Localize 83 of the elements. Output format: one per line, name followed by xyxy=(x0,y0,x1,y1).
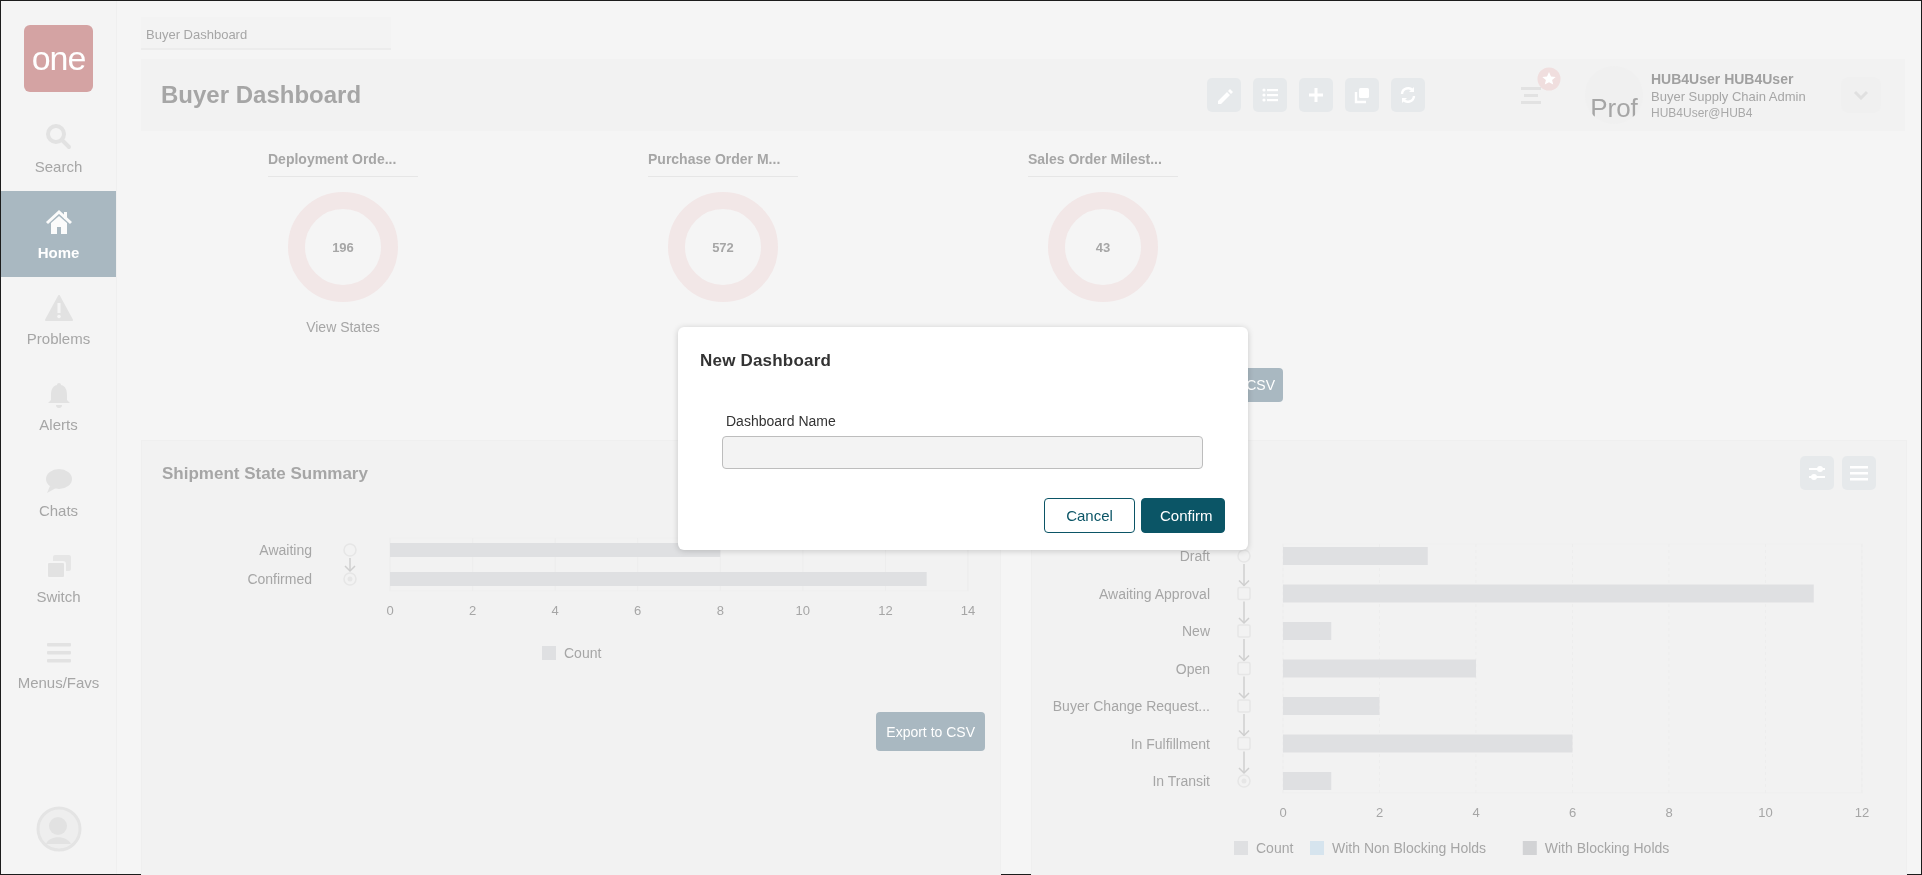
cancel-button[interactable]: Cancel xyxy=(1044,498,1135,533)
axis-tick-label: 4 xyxy=(551,603,559,618)
sliders-icon xyxy=(1807,463,1827,483)
step-checkbox-icon xyxy=(1237,586,1251,601)
down-arrow-icon xyxy=(1238,713,1250,737)
view-states-link[interactable]: View States xyxy=(306,319,380,335)
donut-value: 43 xyxy=(1095,239,1111,255)
donut-value: 572 xyxy=(712,239,734,255)
axis-tick-label: 14 xyxy=(960,603,976,618)
axis-tick-label: 12 xyxy=(1854,805,1870,820)
axis-tick-label: 10 xyxy=(1758,805,1773,820)
dialog-title: New Dashboard xyxy=(700,351,833,371)
legend-label: Count xyxy=(1256,840,1294,856)
page-title: Buyer Dashboard xyxy=(161,81,363,109)
tile-title: Purchase Order M... xyxy=(648,145,798,177)
menu-button[interactable] xyxy=(1842,456,1876,490)
menu-icon xyxy=(1850,465,1868,481)
field-label: Dashboard Name xyxy=(726,413,837,429)
donut-value: 196 xyxy=(332,239,354,255)
filter-button[interactable] xyxy=(1800,456,1834,490)
down-arrow-icon xyxy=(1238,638,1250,662)
copy-button[interactable] xyxy=(1345,78,1379,112)
sidebar-item[interactable]: Alerts xyxy=(1,363,116,449)
user-name: HUB4User HUB4User xyxy=(1651,70,1795,87)
sidebar-item[interactable]: Switch xyxy=(1,535,116,621)
step-circle-icon xyxy=(1237,549,1251,563)
plus-button[interactable] xyxy=(1299,78,1333,112)
confirm-button[interactable]: Confirm xyxy=(1141,498,1225,533)
list-button[interactable] xyxy=(1253,78,1287,112)
sidebar-item[interactable]: Chats xyxy=(1,449,116,535)
legend-label: With Non Blocking Holds xyxy=(1332,840,1487,856)
sidebar-item[interactable]: Search xyxy=(1,105,116,191)
sidebar-item[interactable]: Menus/Favs xyxy=(1,621,116,707)
axis-tick-label: 6 xyxy=(634,603,642,618)
export-button[interactable]: Export to CSV xyxy=(876,712,985,751)
step-checkbox-icon xyxy=(1237,699,1251,713)
down-arrow-icon xyxy=(344,557,356,573)
category-label: Open xyxy=(1175,660,1210,677)
pencil-button[interactable] xyxy=(1207,78,1241,112)
axis-tick-label: 8 xyxy=(716,603,724,618)
down-arrow-icon xyxy=(1238,675,1250,700)
refresh-icon xyxy=(1398,85,1418,105)
user-role: Buyer Supply Chain Admin xyxy=(1651,88,1807,104)
sidebar-item[interactable]: Home xyxy=(1,191,116,277)
category-label: Draft xyxy=(1179,548,1210,564)
down-arrow-icon xyxy=(1238,750,1250,775)
step-target-icon xyxy=(1237,774,1251,788)
logo: one xyxy=(24,25,93,92)
step-checkbox-icon xyxy=(1237,736,1251,751)
refresh-button[interactable] xyxy=(1391,78,1425,112)
card-title: Shipment State Summary xyxy=(162,463,369,485)
category-label: Confirmed xyxy=(247,571,312,587)
sidebar-item[interactable]: Problems xyxy=(1,277,116,363)
user-email: HUB4User@HUB4 xyxy=(1651,105,1754,120)
dashboard-name-field[interactable] xyxy=(722,436,1203,469)
legend-label: Count xyxy=(564,645,602,661)
step-circle-icon xyxy=(343,543,357,557)
axis-tick-label: 0 xyxy=(1279,805,1287,820)
step-checkbox-icon xyxy=(1237,624,1251,638)
category-label: In Transit xyxy=(1152,773,1210,789)
step-target-icon xyxy=(343,572,357,586)
category-label: Awaiting Approval xyxy=(1098,585,1210,602)
axis-tick-label: 0 xyxy=(386,603,394,618)
axis-tick-label: 2 xyxy=(1375,805,1384,820)
down-arrow-icon xyxy=(1238,600,1250,625)
axis-tick-label: 12 xyxy=(878,603,893,618)
star-badge-icon xyxy=(1537,67,1561,91)
category-label: Buyer Change Request... xyxy=(1052,698,1210,714)
axis-tick-label: 6 xyxy=(1568,805,1577,820)
category-label: New xyxy=(1182,623,1210,639)
tile-title: Sales Order Milest... xyxy=(1028,145,1178,177)
step-checkbox-icon xyxy=(1237,661,1251,676)
axis-tick-label: 10 xyxy=(795,603,811,618)
category-label: In Fulfillment xyxy=(1130,735,1210,752)
plus-icon xyxy=(1306,85,1326,105)
axis-tick-label: 8 xyxy=(1665,805,1673,820)
legend-label: With Blocking Holds xyxy=(1544,840,1670,856)
axis-tick-label: 2 xyxy=(468,603,477,618)
category-label: Awaiting xyxy=(259,542,312,558)
down-arrow-icon xyxy=(1238,563,1250,587)
tile-title: Deployment Orde... xyxy=(268,145,418,177)
copy-icon xyxy=(1352,85,1372,105)
axis-tick-label: 4 xyxy=(1472,805,1480,820)
